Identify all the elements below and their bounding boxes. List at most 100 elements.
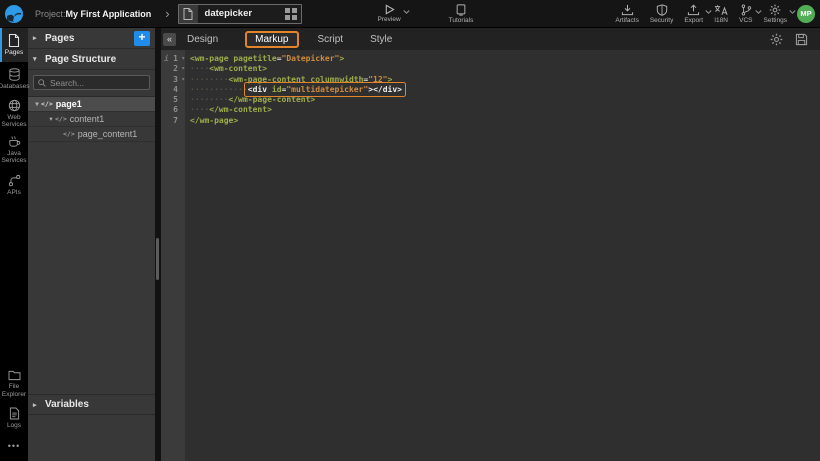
fold-caret-icon[interactable]: ▾	[181, 75, 185, 85]
indent-whitespace: ········	[190, 95, 229, 104]
tab-design[interactable]: Design	[187, 34, 218, 45]
tree-item-page1[interactable]: ▾ </> page1	[28, 97, 155, 112]
pages-grid-icon[interactable]	[285, 8, 297, 20]
i18n-button[interactable]: I18N	[714, 4, 728, 24]
gutter-line[interactable]: 2▾	[161, 64, 185, 74]
code-token: </wm-content>	[209, 105, 272, 114]
add-page-button[interactable]: +	[134, 31, 150, 46]
tree-item-label: page1	[56, 99, 82, 109]
vcs-button[interactable]: VCS	[739, 4, 752, 24]
panel-scrollbar[interactable]	[156, 238, 159, 280]
open-page-tab[interactable]: datepicker	[178, 4, 302, 24]
rail-item-pages[interactable]: Pages	[0, 28, 28, 62]
rail-item-web-services[interactable]: Web Services	[0, 96, 28, 132]
rail-label: Java Services	[0, 150, 28, 165]
search-input[interactable]: Search...	[33, 75, 150, 90]
code-token: id	[272, 85, 282, 94]
code-token: <wm-page-content	[229, 75, 306, 84]
code-line[interactable]: ········</wm-page-content>	[190, 95, 820, 105]
highlighted-code[interactable]: <div id="multidatepicker"></div>	[248, 85, 402, 95]
pages-section-header[interactable]: ▸ Pages +	[28, 28, 155, 49]
code-widget-icon: </>	[55, 115, 67, 123]
variables-section-header[interactable]: ▸ Variables	[28, 394, 155, 415]
line-number: 2	[173, 64, 178, 74]
tree-item-label: page_content1	[78, 129, 138, 139]
settings-button[interactable]: Settings	[764, 4, 788, 24]
rail-item-file-explorer[interactable]: File Explorer	[0, 367, 28, 401]
preview-button[interactable]: Preview	[378, 4, 401, 23]
code-line[interactable]: ········<wm-page-content columnwidth="12…	[190, 75, 820, 85]
rail-label: APIs	[7, 189, 21, 196]
user-avatar[interactable]: MP	[797, 5, 815, 23]
line-number: 5	[173, 95, 178, 105]
export-label: Export	[684, 17, 703, 24]
project-label: Project:	[35, 9, 66, 19]
line-number: 7	[173, 116, 178, 126]
expanded-caret-icon[interactable]: ▾	[33, 100, 41, 108]
gutter-line[interactable]: 5	[161, 95, 185, 105]
left-rail: Pages Databases Web Services Java Servic…	[0, 28, 28, 461]
code-token: pagetitle	[233, 54, 276, 63]
rail-item-apis[interactable]: APIs	[0, 168, 28, 202]
coffee-icon	[8, 135, 21, 148]
fold-caret-icon[interactable]: ▾	[181, 64, 185, 74]
line-number: 6	[173, 105, 178, 115]
editor-tabs-bar: « Design Markup Script Style	[161, 28, 820, 50]
code-line[interactable]: ····</wm-content>	[190, 105, 820, 115]
rail-item-logs[interactable]: Logs	[0, 401, 28, 435]
editor-area: « Design Markup Script Style i1▾2▾3▾4567…	[161, 28, 820, 461]
tree-item-page-content1[interactable]: </> page_content1	[28, 127, 155, 142]
rail-item-databases[interactable]: Databases	[0, 62, 28, 96]
page-structure-header[interactable]: ▾ Page Structure	[28, 49, 155, 70]
tree-item-content1[interactable]: ▾ </> content1	[28, 112, 155, 127]
code-lines[interactable]: <wm-page pagetitle="Datepicker">····<wm-…	[185, 50, 820, 461]
markup-code-editor[interactable]: i1▾2▾3▾4567 <wm-page pagetitle="Datepick…	[161, 50, 820, 461]
export-caret-icon[interactable]	[705, 10, 712, 14]
tab-script[interactable]: Script	[318, 34, 344, 45]
artifacts-label: Artifacts	[615, 17, 638, 24]
structure-header-label: Page Structure	[45, 54, 116, 65]
vcs-label: VCS	[739, 17, 752, 24]
tab-markup[interactable]: Markup	[245, 31, 298, 48]
search-placeholder: Search...	[50, 78, 84, 88]
gutter-line[interactable]: 4	[161, 85, 185, 95]
rail-label: Logs	[7, 422, 21, 429]
code-token: columnwidth	[310, 75, 363, 84]
gutter-line[interactable]: 7	[161, 116, 185, 126]
rail-more-button[interactable]: •••	[0, 435, 28, 461]
wavemaker-logo-icon[interactable]	[3, 3, 25, 25]
code-line[interactable]: ····<wm-content>	[190, 64, 820, 74]
project-breadcrumb: Project:My First Application	[35, 9, 151, 19]
gutter-line[interactable]: 6	[161, 105, 185, 115]
export-button[interactable]: Export	[684, 4, 703, 24]
shield-icon	[656, 4, 668, 16]
expanded-caret-icon[interactable]: ▾	[47, 115, 55, 123]
download-icon	[621, 4, 634, 16]
settings-caret-icon[interactable]	[789, 10, 796, 14]
code-token: </wm-page-content>	[229, 95, 316, 104]
save-button[interactable]	[795, 33, 808, 46]
tutorials-button[interactable]: Tutorials	[449, 4, 474, 24]
collapse-panel-button[interactable]: «	[163, 33, 176, 46]
fold-caret-icon[interactable]: ▾	[181, 54, 185, 64]
folder-icon	[8, 370, 21, 381]
rail-label: File Explorer	[0, 383, 28, 398]
line-number: 4	[173, 85, 178, 95]
search-icon	[38, 79, 46, 87]
tab-style[interactable]: Style	[370, 34, 392, 45]
gutter-line[interactable]: 3▾	[161, 75, 185, 85]
tutorials-icon	[455, 4, 467, 16]
vcs-caret-icon[interactable]	[755, 10, 762, 14]
preview-caret-icon[interactable]	[403, 10, 410, 14]
rail-label: Pages	[5, 49, 23, 56]
code-line[interactable]: <wm-page pagetitle="Datepicker">	[190, 54, 820, 64]
gutter-line[interactable]: i1▾	[161, 54, 185, 64]
rail-item-java-services[interactable]: Java Services	[0, 132, 28, 168]
editor-settings-button[interactable]	[770, 33, 783, 46]
code-line[interactable]: </wm-page>	[190, 116, 820, 126]
code-line[interactable]: ············<div id="multidatepicker"></…	[190, 85, 820, 95]
artifacts-button[interactable]: Artifacts	[615, 4, 638, 24]
security-button[interactable]: Security	[650, 4, 673, 24]
branch-icon	[740, 4, 752, 16]
expanded-caret-icon: ▾	[33, 55, 40, 63]
